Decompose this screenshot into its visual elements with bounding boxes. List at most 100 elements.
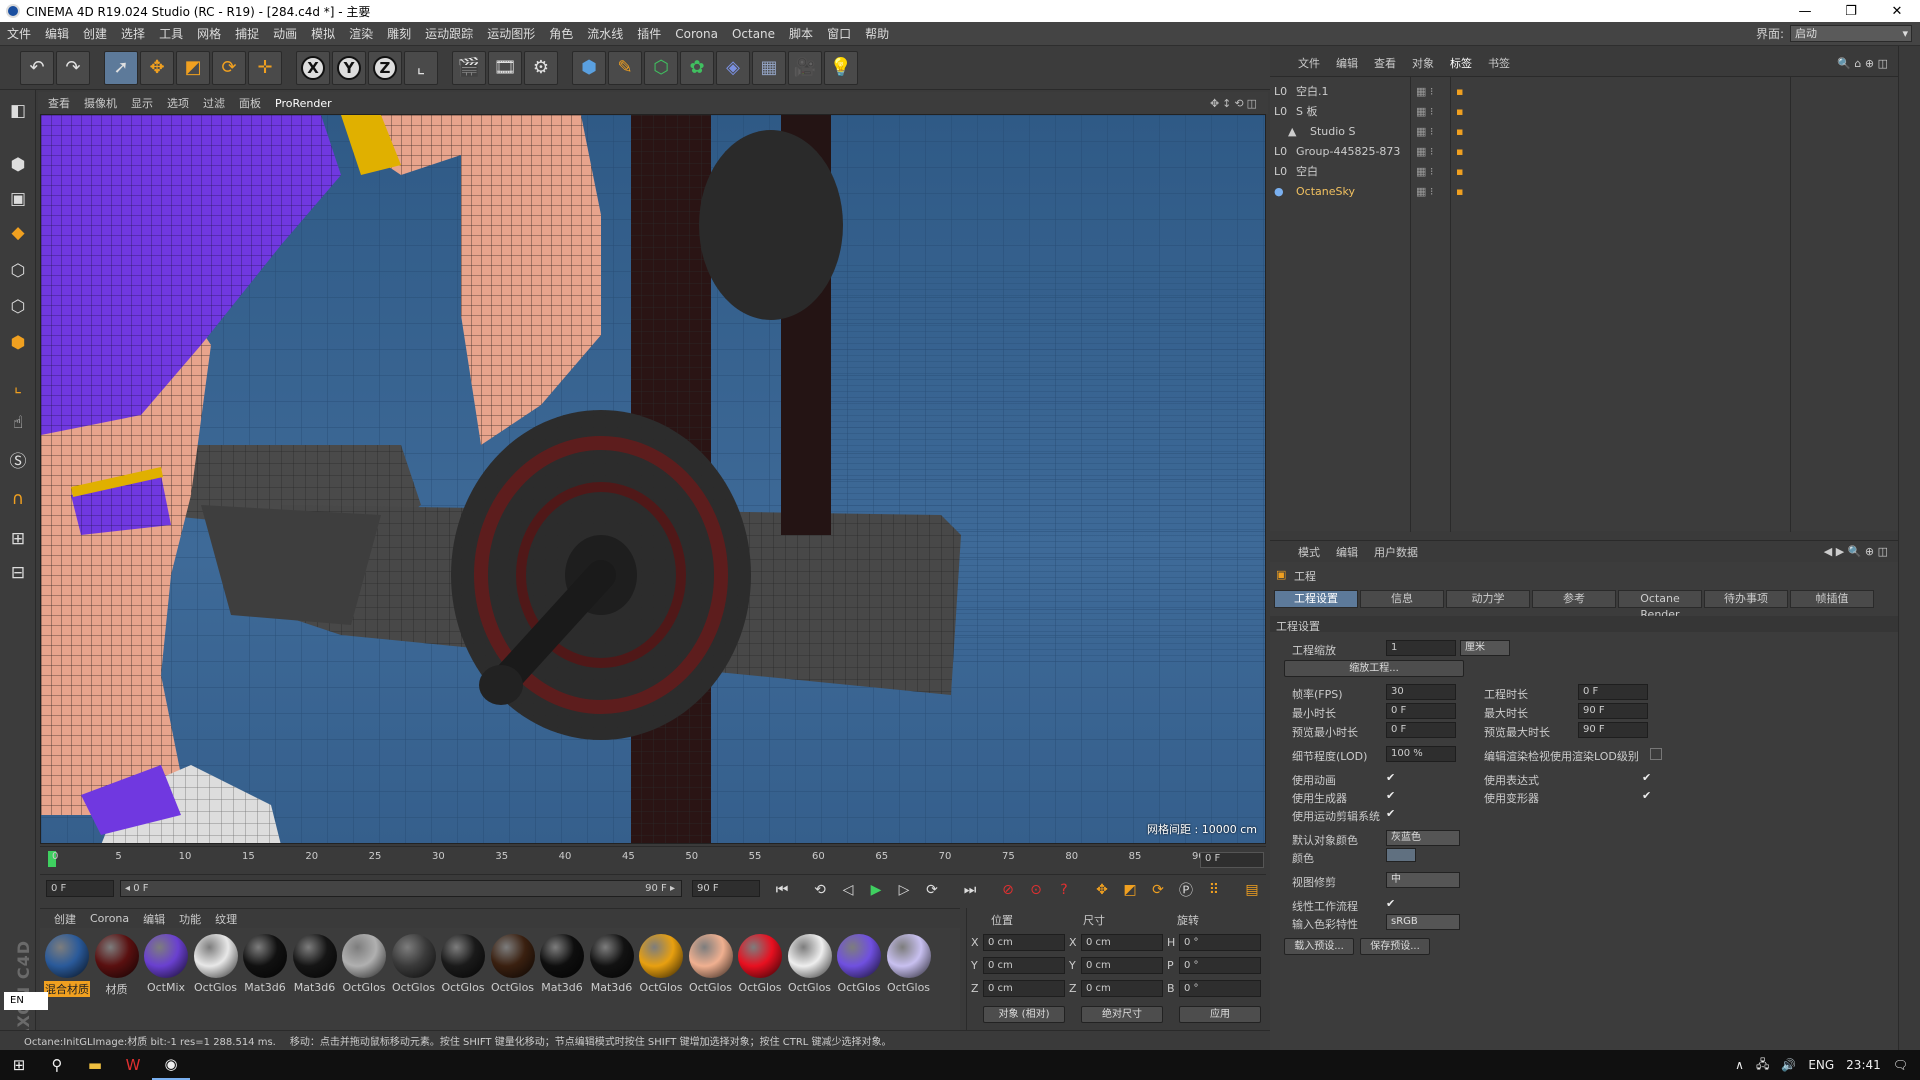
material-swatch[interactable]: OctMix — [143, 934, 189, 994]
light-icon[interactable]: 💡 — [824, 50, 858, 85]
apply-button[interactable]: 应用 — [1179, 1006, 1261, 1023]
attr-menu-edit[interactable]: 编辑 — [1336, 544, 1358, 560]
material-swatch[interactable]: OctGlos — [341, 934, 387, 994]
coordinate-mode-dropdown[interactable]: 对象 (相对) — [983, 1006, 1065, 1023]
material-swatch[interactable]: OctGlos — [886, 934, 932, 994]
use-generators-checkbox[interactable]: ✔ — [1386, 790, 1398, 802]
viewport-nav-icons[interactable]: ✥↕⟲◫ — [1210, 97, 1260, 110]
menu-motion-tracking[interactable]: 运动跟踪 — [418, 25, 480, 42]
key-position-icon[interactable]: ✥ — [1090, 879, 1114, 901]
object-menu-file[interactable]: 文件 — [1298, 55, 1320, 71]
size-y-field[interactable]: 0 cm — [1081, 957, 1163, 974]
use-animation-checkbox[interactable]: ✔ — [1386, 772, 1398, 784]
model-mode-icon[interactable]: ⬢ — [3, 150, 33, 180]
visibility-toggle-icon[interactable]: ▦ ⁝ — [1416, 125, 1433, 138]
menu-sculpt[interactable]: 雕刻 — [380, 25, 418, 42]
coordinate-system-icon[interactable]: ⌞ — [404, 50, 438, 85]
menu-mograph[interactable]: 运动图形 — [480, 25, 542, 42]
previous-key-icon[interactable]: ⟲ — [808, 879, 832, 901]
menu-octane[interactable]: Octane — [725, 27, 782, 41]
notifications-icon[interactable]: 🗨 — [1893, 1058, 1908, 1072]
maximize-button[interactable]: ❐ — [1828, 4, 1874, 19]
x-axis-lock-icon[interactable]: X — [296, 50, 330, 85]
rotation-h-field[interactable]: 0 ° — [1179, 934, 1261, 951]
menu-character[interactable]: 角色 — [542, 25, 580, 42]
wps-app-icon[interactable]: W — [114, 1050, 152, 1080]
make-editable-icon[interactable]: ◧ — [3, 96, 33, 126]
material-swatch[interactable]: OctGlos — [440, 934, 486, 994]
camera-icon[interactable]: 🎥 — [788, 50, 822, 85]
edges-mode-icon[interactable]: ⬡ — [3, 292, 33, 322]
transform-icon[interactable]: ✛ — [248, 50, 282, 85]
record-keys-icon[interactable]: ⊘ — [996, 879, 1020, 901]
min-time-field[interactable]: 0 F — [1386, 703, 1456, 719]
material-menu-create[interactable]: 创建 — [54, 911, 76, 927]
object-row[interactable]: ● OctaneSky ▦ ⁝ ▪ — [1270, 181, 1898, 201]
project-scale-field[interactable]: 1 — [1386, 640, 1456, 656]
layout-select[interactable]: 启动 — [1790, 25, 1912, 42]
visibility-toggle-icon[interactable]: ▦ ⁝ — [1416, 145, 1433, 158]
points-mode-icon[interactable]: ⬡ — [3, 256, 33, 286]
language-indicator[interactable]: EN — [4, 992, 48, 1010]
play-icon[interactable]: ▶ — [864, 879, 888, 901]
position-z-field[interactable]: 0 cm — [983, 980, 1065, 997]
timeline-ruler[interactable]: 0 5 10 15 20 25 30 35 40 45 50 55 60 65 70 75 80 85 90 — [40, 846, 1266, 868]
input-color-profile-dropdown[interactable]: sRGB — [1386, 914, 1460, 930]
object-row[interactable]: ▲ Studio S ▦ ⁝ ▪ — [1270, 121, 1898, 141]
object-tag-icon[interactable]: ▪ — [1456, 165, 1463, 178]
viewport-menu-camera[interactable]: 摄像机 — [84, 95, 117, 111]
menu-create[interactable]: 创建 — [76, 25, 114, 42]
material-swatch[interactable]: Mat3d6 — [242, 934, 288, 994]
frame-range-slider[interactable]: ◂ 0 F 90 F ▸ — [120, 880, 682, 897]
windows-start-icon[interactable]: ⊞ — [0, 1050, 38, 1080]
live-select-icon[interactable]: ➚ — [104, 50, 138, 85]
viewport-menu-filter[interactable]: 过滤 — [203, 95, 225, 111]
size-mode-dropdown[interactable]: 绝对尺寸 — [1081, 1006, 1163, 1023]
menu-pipeline[interactable]: 流水线 — [580, 25, 630, 42]
object-tag-icon[interactable]: ▪ — [1456, 125, 1463, 138]
autokey-icon[interactable]: ⊙ — [1024, 879, 1048, 901]
menu-plugins[interactable]: 插件 — [630, 25, 668, 42]
tweak-mode-icon[interactable]: ☝ — [3, 408, 33, 438]
polygons-mode-icon[interactable]: ⬢ — [3, 328, 33, 358]
size-z-field[interactable]: 0 cm — [1081, 980, 1163, 997]
undo-icon[interactable]: ↶ — [20, 50, 54, 85]
visibility-toggle-icon[interactable]: ▦ ⁝ — [1416, 105, 1433, 118]
preview-min-field[interactable]: 0 F — [1386, 722, 1456, 738]
viewport-menu-prorender[interactable]: ProRender — [275, 97, 332, 110]
material-swatch[interactable]: Mat3d6 — [292, 934, 338, 994]
project-scale-unit-dropdown[interactable]: 厘米 — [1460, 640, 1510, 656]
object-tag-icon[interactable]: ▪ — [1456, 145, 1463, 158]
input-language[interactable]: ENG — [1808, 1058, 1834, 1072]
visibility-toggle-icon[interactable]: ▦ ⁝ — [1416, 85, 1433, 98]
size-x-field[interactable]: 0 cm — [1081, 934, 1163, 951]
project-duration-field[interactable]: 0 F — [1578, 684, 1648, 700]
object-menu-view[interactable]: 查看 — [1374, 55, 1396, 71]
material-swatch[interactable]: OctGlos — [787, 934, 833, 994]
tab-todo[interactable]: 待办事项 — [1704, 590, 1788, 608]
rotation-b-field[interactable]: 0 ° — [1179, 980, 1261, 997]
object-manager-nav-icons[interactable]: 🔍 ⌂ ⊕ ◫ — [1837, 57, 1888, 70]
material-swatch[interactable]: OctGlos — [490, 934, 536, 994]
rotation-p-field[interactable]: 0 ° — [1179, 957, 1261, 974]
save-preset-button[interactable]: 保存预设... — [1360, 938, 1430, 955]
attr-menu-mode[interactable]: 模式 — [1298, 544, 1320, 560]
scale-project-button[interactable]: 缩放工程... — [1284, 660, 1464, 677]
menu-snap[interactable]: 捕捉 — [228, 25, 266, 42]
menu-simulate[interactable]: 模拟 — [304, 25, 342, 42]
cube-icon[interactable]: ⬢ — [572, 50, 606, 85]
material-swatch[interactable]: Mat3d6 — [539, 934, 585, 994]
menu-help[interactable]: 帮助 — [858, 25, 896, 42]
scale-icon[interactable]: ◩ — [176, 50, 210, 85]
position-x-field[interactable]: 0 cm — [983, 934, 1065, 951]
use-deformers-checkbox[interactable]: ✔ — [1642, 790, 1654, 802]
viewport-menu-panel[interactable]: 面板 — [239, 95, 261, 111]
material-swatch[interactable]: 混合材质 — [44, 934, 90, 997]
attr-menu-userdata[interactable]: 用户数据 — [1374, 544, 1418, 560]
go-to-start-icon[interactable]: ⏮ — [770, 879, 794, 901]
texture-mode-icon[interactable]: ▣ — [3, 184, 33, 214]
object-menu-objects[interactable]: 对象 — [1412, 55, 1434, 71]
magnet-icon[interactable]: ∩ — [3, 484, 33, 514]
render-view-icon[interactable]: 🎬 — [452, 50, 486, 85]
material-swatch[interactable]: OctGlos — [638, 934, 684, 994]
